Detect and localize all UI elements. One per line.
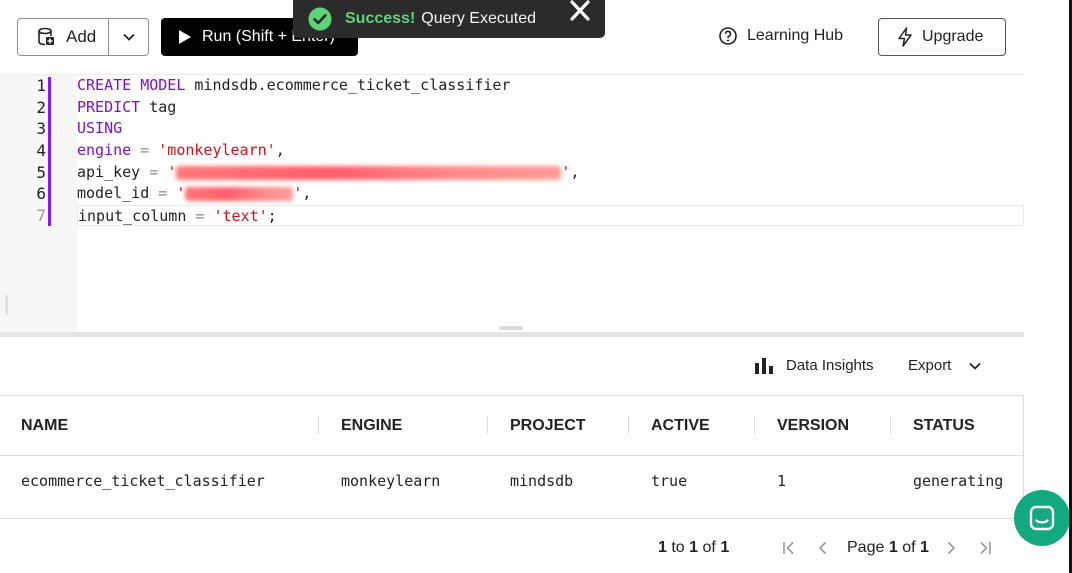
sidebar-resize-handle[interactable]	[5, 295, 8, 315]
sql-editor[interactable]: 1 2 3 4 5 6 7 CREATE MODEL mindsdb.ecomm…	[0, 75, 1024, 332]
code-operator: =	[149, 163, 159, 181]
chevron-down-icon	[969, 362, 981, 370]
code-string-quote: '	[561, 163, 571, 181]
line-number: 2	[36, 98, 46, 117]
learning-hub-link[interactable]: Learning Hub	[718, 26, 843, 46]
add-database-icon	[38, 27, 54, 46]
previous-page-icon[interactable]	[816, 541, 830, 555]
line-number: 5	[36, 163, 46, 182]
line-number: 6	[36, 184, 46, 203]
code-line-6: model_id = ' ',	[77, 184, 312, 202]
column-header-engine[interactable]: ENGINE	[341, 417, 402, 435]
bar-chart-icon	[755, 357, 773, 374]
code-line-4: engine = 'monkeylearn',	[77, 141, 285, 159]
code-string: 'text'	[213, 207, 268, 225]
line-number: 3	[36, 119, 46, 138]
code-string-quote: '	[167, 163, 177, 181]
code-text: tag	[149, 98, 177, 116]
code-keyword: engine	[77, 141, 132, 159]
redacted-model-id	[185, 186, 294, 201]
code-line-3: USING	[77, 118, 122, 139]
upgrade-label: Upgrade	[922, 28, 984, 45]
code-text: model_id	[77, 184, 150, 202]
column-divider[interactable]	[890, 416, 891, 434]
help-circle-icon	[719, 27, 737, 45]
code-operator: =	[195, 207, 205, 225]
results-toolbar: Data Insights Export	[0, 337, 1024, 396]
table-cell-project: mindsdb	[510, 472, 574, 490]
code-line-1: CREATE MODEL mindsdb.ecommerce_ticket_cl…	[77, 75, 510, 96]
line-number: 4	[36, 141, 46, 160]
code-string: 'monkeylearn'	[158, 141, 276, 159]
results-table-header: NAME ENGINE PROJECT ACTIVE VERSION STATU…	[0, 396, 1024, 456]
column-divider[interactable]	[628, 416, 629, 434]
code-operator: =	[140, 141, 150, 159]
line-number: 7	[36, 206, 46, 225]
add-button-label: Add	[66, 27, 97, 46]
pagination: 1 to 1 of 1 Page 1 of 1	[0, 519, 1024, 573]
success-toast: Success! Query Executed	[293, 0, 605, 38]
add-button-group: Add	[17, 18, 149, 56]
column-divider[interactable]	[318, 416, 319, 434]
lightning-icon	[898, 27, 912, 47]
column-header-active[interactable]: ACTIVE	[651, 417, 710, 435]
code-keyword: CREATE MODEL	[77, 76, 186, 94]
code-text: input_column	[78, 207, 187, 225]
export-dropdown[interactable]: Export	[908, 357, 981, 374]
code-keyword: PREDICT	[77, 98, 141, 116]
data-insights-button[interactable]: Data Insights	[755, 357, 874, 374]
code-operator: =	[158, 184, 168, 202]
code-line-7: input_column = 'text';	[77, 205, 1024, 226]
code-string-quote: '	[176, 184, 186, 202]
add-button[interactable]: Add	[18, 19, 109, 55]
check-circle-icon	[308, 7, 332, 31]
toast-message: Query Executed	[421, 10, 536, 27]
close-icon[interactable]	[568, 0, 592, 24]
chat-icon	[1029, 505, 1055, 531]
code-text: mindsdb.ecommerce_ticket_classifier	[194, 76, 511, 94]
chevron-down-icon	[122, 33, 135, 41]
upgrade-button[interactable]: Upgrade	[878, 18, 1006, 56]
column-header-project[interactable]: PROJECT	[510, 417, 586, 435]
code-line-2: PREDICT tag	[77, 97, 176, 118]
column-header-version[interactable]: VERSION	[777, 417, 849, 435]
table-cell-name: ecommerce_ticket_classifier	[21, 472, 265, 490]
code-text: api_key	[77, 163, 141, 181]
first-page-icon[interactable]	[782, 541, 796, 555]
column-divider[interactable]	[754, 416, 755, 434]
gutter-marker	[48, 77, 51, 226]
pane-resize-grip[interactable]	[499, 326, 523, 330]
code-string-quote: '	[293, 184, 303, 202]
column-header-status[interactable]: STATUS	[913, 417, 975, 435]
data-insights-label: Data Insights	[786, 357, 874, 374]
table-row: ecommerce_ticket_classifier monkeylearn …	[0, 456, 1024, 519]
redacted-api-key	[176, 165, 562, 180]
toast-title: Success!	[345, 10, 416, 27]
export-label: Export	[908, 357, 952, 374]
chat-launcher-button[interactable]	[1014, 490, 1070, 546]
code-keyword: USING	[77, 119, 123, 137]
page-indicator: Page 1 of 1	[847, 539, 929, 556]
play-icon	[179, 30, 191, 44]
table-cell-status: generating	[913, 472, 1004, 490]
table-cell-engine: monkeylearn	[341, 472, 441, 490]
line-number: 1	[36, 76, 46, 95]
add-dropdown-toggle[interactable]	[109, 19, 148, 55]
last-page-icon[interactable]	[978, 541, 992, 555]
line-number-gutter: 1 2 3 4 5 6 7	[0, 75, 77, 332]
column-header-name[interactable]: NAME	[21, 417, 68, 435]
code-line-5: api_key = ' ',	[77, 163, 580, 181]
row-range: 1 to 1 of 1	[658, 539, 730, 556]
next-page-icon[interactable]	[944, 541, 958, 555]
column-divider[interactable]	[487, 416, 488, 434]
table-cell-active: true	[651, 472, 688, 490]
learning-hub-label: Learning Hub	[747, 27, 844, 44]
table-cell-version: 1	[777, 472, 787, 490]
